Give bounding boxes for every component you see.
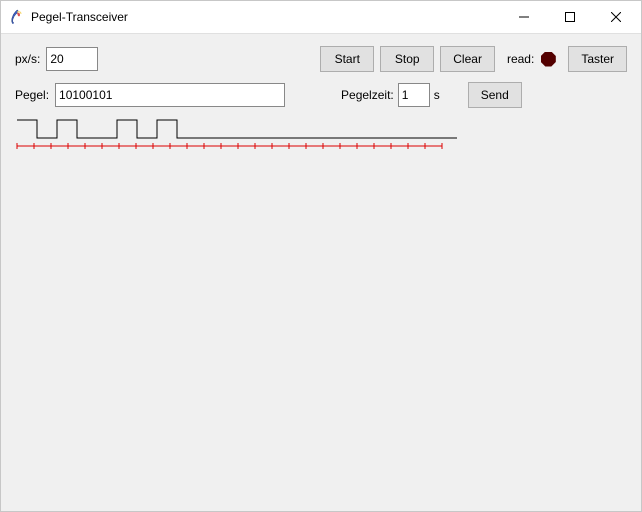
stop-icon xyxy=(541,52,556,67)
minimize-button[interactable] xyxy=(501,1,547,33)
stop-button[interactable]: Stop xyxy=(380,46,434,72)
signal-canvas xyxy=(15,118,627,158)
window-controls xyxy=(501,1,639,33)
start-button[interactable]: Start xyxy=(320,46,374,72)
pxs-input[interactable] xyxy=(46,47,98,71)
pegelzeit-unit: s xyxy=(434,88,440,102)
pegelzeit-group: Pegelzeit: s xyxy=(341,83,440,107)
pegel-row: Pegel: Pegelzeit: s Send xyxy=(15,82,627,108)
send-button[interactable]: Send xyxy=(468,82,522,108)
pxs-label: px/s: xyxy=(15,52,40,66)
titlebar: Pegel-Transceiver xyxy=(1,1,641,34)
maximize-button[interactable] xyxy=(547,1,593,33)
pegel-label: Pegel: xyxy=(15,88,49,102)
clear-button[interactable]: Clear xyxy=(440,46,495,72)
app-window: Pegel-Transceiver px/s: Start Stop Clea xyxy=(0,0,642,512)
top-row: px/s: Start Stop Clear read: Taster xyxy=(15,46,627,72)
read-label: read: xyxy=(507,52,534,66)
pegelzeit-label: Pegelzeit: xyxy=(341,88,394,102)
content-area: px/s: Start Stop Clear read: Taster Pege… xyxy=(1,34,641,511)
window-title: Pegel-Transceiver xyxy=(31,10,501,24)
pegelzeit-input[interactable] xyxy=(398,83,430,107)
close-button[interactable] xyxy=(593,1,639,33)
app-icon xyxy=(9,9,25,25)
pegel-input[interactable] xyxy=(55,83,285,107)
read-indicator xyxy=(540,51,556,67)
taster-button[interactable]: Taster xyxy=(568,46,627,72)
